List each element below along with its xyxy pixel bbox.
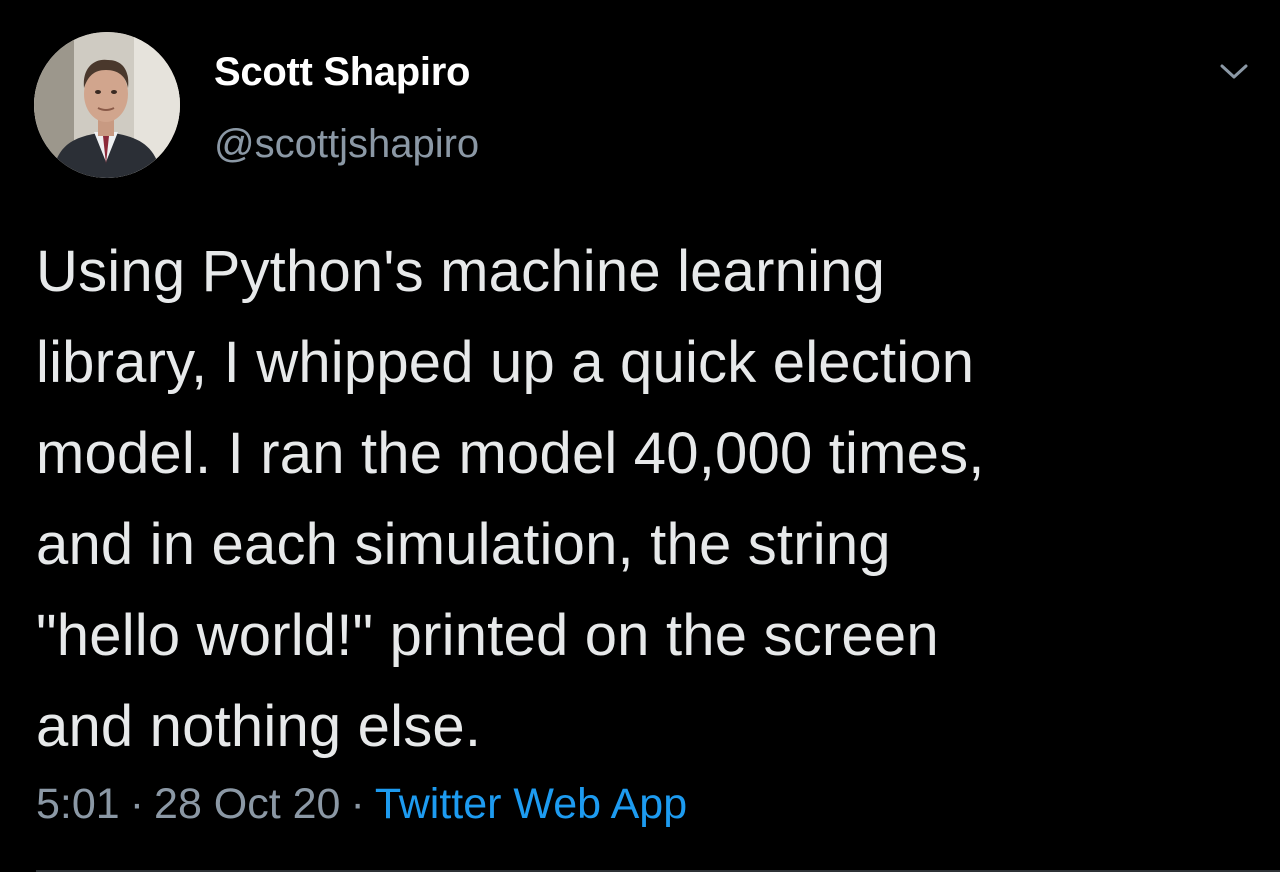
tweet-metadata: 5:01 · 28 Oct 20 · Twitter Web App xyxy=(36,780,687,829)
author-handle[interactable]: @scottjshapiro xyxy=(214,122,479,167)
tweet-menu-button[interactable] xyxy=(1212,52,1256,92)
tweet-text: Using Python's machine learning library,… xyxy=(36,239,985,759)
tweet-source-link[interactable]: Twitter Web App xyxy=(375,780,687,828)
profile-photo-image xyxy=(34,32,180,178)
tweet-date[interactable]: 28 Oct 20 xyxy=(154,780,340,828)
tweet-card: Scott Shapiro @scottjshapiro Using Pytho… xyxy=(0,0,1280,872)
author-avatar[interactable] xyxy=(34,32,180,178)
meta-separator: · xyxy=(350,780,365,828)
author-name[interactable]: Scott Shapiro xyxy=(214,50,470,95)
tweet-time[interactable]: 5:01 xyxy=(36,780,120,828)
meta-separator: · xyxy=(129,780,145,828)
chevron-down-icon xyxy=(1220,64,1248,79)
